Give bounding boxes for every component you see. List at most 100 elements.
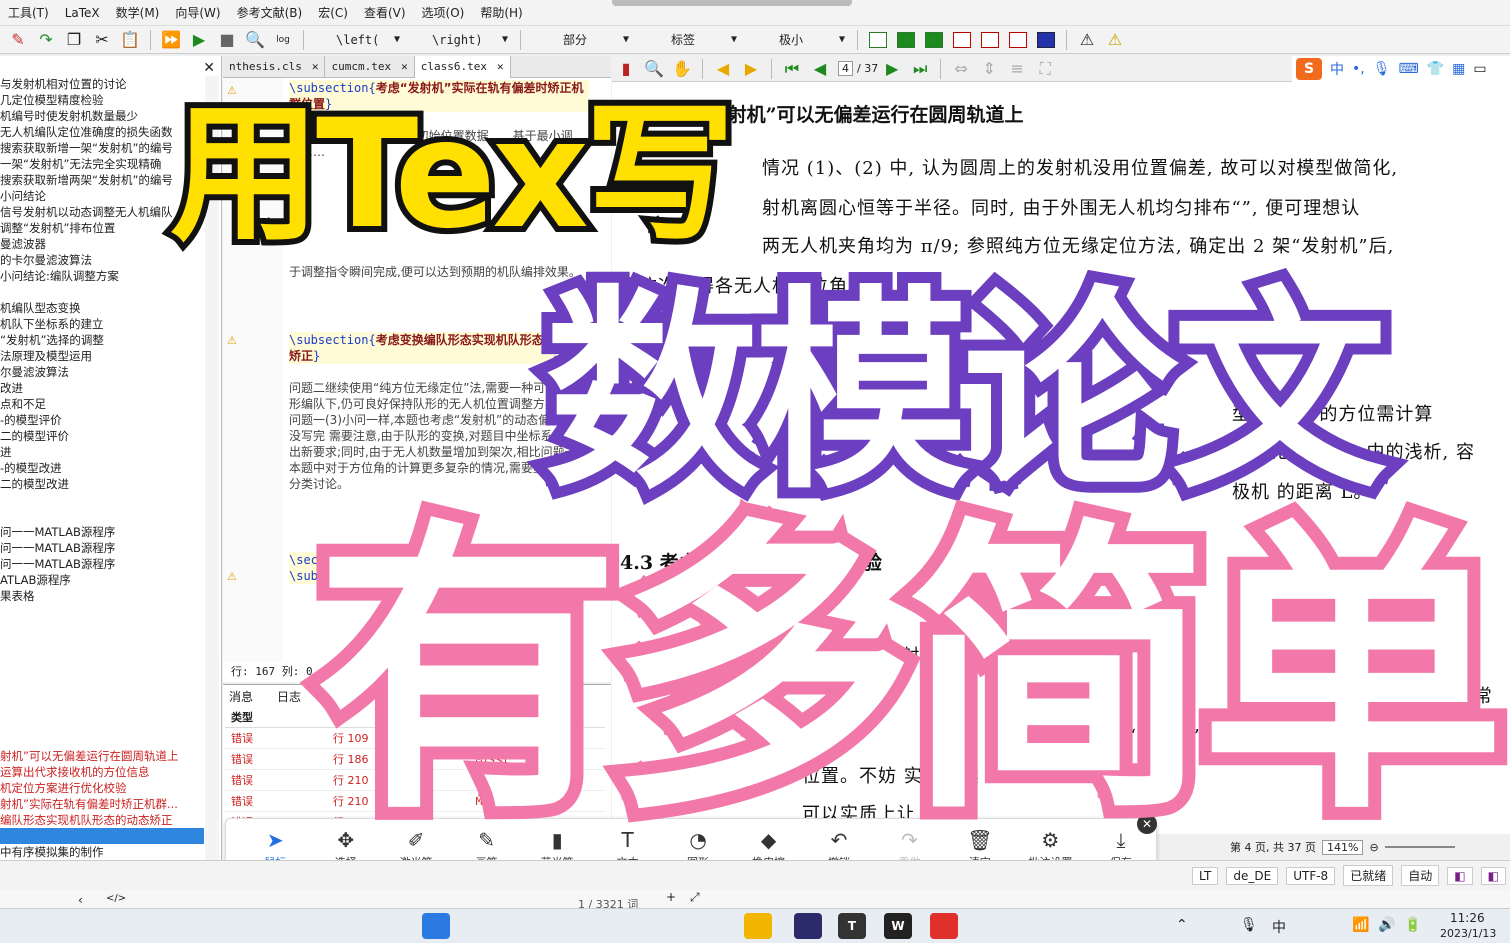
prev-page-icon[interactable]: ◀ bbox=[809, 59, 831, 79]
structure-item[interactable]: 点和不足 bbox=[0, 396, 204, 412]
code-block-subsection-2[interactable]: \subsection{考虑变换编队形态实现机队形态的动态矫正} bbox=[289, 332, 589, 364]
battery-icon[interactable]: 🔋 bbox=[1404, 917, 1421, 933]
menu-item[interactable]: 选项(O) bbox=[414, 4, 473, 21]
search-icon[interactable]: 🔍 bbox=[643, 59, 665, 79]
structure-item[interactable]: 进 bbox=[0, 444, 204, 460]
table-column-icon[interactable] bbox=[895, 30, 917, 50]
mic-icon[interactable]: 🎙 bbox=[1373, 61, 1391, 77]
hand-icon[interactable]: ✋ bbox=[671, 59, 693, 79]
menu-item[interactable]: LaTeX bbox=[57, 6, 108, 20]
menu-item[interactable]: 工具(T) bbox=[0, 4, 57, 21]
close-icon[interactable]: ✕ bbox=[312, 60, 319, 73]
fullscreen-icon[interactable]: ⛶ bbox=[1034, 59, 1056, 79]
structure-item[interactable]: 问一一MATLAB源程序 bbox=[0, 540, 204, 556]
part-dropdown[interactable]: 部分 ▼ bbox=[533, 30, 629, 50]
warning-next-icon[interactable]: ⚠ bbox=[1104, 30, 1126, 50]
close-icon[interactable]: ✕ bbox=[497, 60, 504, 73]
cut-icon[interactable]: ✂ bbox=[91, 30, 113, 50]
file-explorer-icon[interactable] bbox=[744, 913, 772, 939]
bookmark-icon[interactable]: ◧ bbox=[1447, 866, 1473, 885]
clock-date[interactable]: 2023/1/13 bbox=[1440, 927, 1496, 940]
redo-icon[interactable]: ↷ bbox=[35, 30, 57, 50]
apps-icon[interactable]: ▦ bbox=[1452, 61, 1465, 77]
structure-item[interactable]: 机编队型态变换 bbox=[0, 300, 204, 316]
right-delimiter-dropdown[interactable]: \right) ▼ bbox=[412, 30, 508, 50]
code-icon[interactable]: </> bbox=[106, 893, 126, 904]
menu-item[interactable]: 参考文献(B) bbox=[229, 4, 311, 21]
fit-page-icon[interactable]: ⇕ bbox=[978, 59, 1000, 79]
forward-icon[interactable]: ▶ bbox=[740, 59, 762, 79]
ime-punct[interactable]: •, bbox=[1352, 61, 1365, 77]
structure-item[interactable]: 尔曼滤波算法 bbox=[0, 364, 204, 380]
table-insert-icon[interactable] bbox=[923, 30, 945, 50]
typora-icon[interactable]: T bbox=[838, 913, 866, 939]
chevron-up-icon[interactable]: ⌃ bbox=[1176, 917, 1188, 933]
sogou-logo-icon[interactable]: S bbox=[1296, 58, 1322, 80]
bookmark-alt-icon[interactable]: ◧ bbox=[1480, 866, 1506, 885]
clock-time[interactable]: 11:26 bbox=[1450, 911, 1485, 925]
new-file-icon[interactable]: ✎ bbox=[7, 30, 29, 50]
structure-item[interactable]: 射机”实际在轨有偏差时矫正机群... bbox=[0, 796, 204, 812]
structure-item[interactable]: -的模型评价 bbox=[0, 412, 204, 428]
auto-mode[interactable]: 自动 bbox=[1401, 865, 1440, 886]
code-paragraph-tail[interactable]: 于调整指令瞬间完成,便可以达到预期的机队编排效果。 bbox=[289, 264, 589, 280]
stop-icon[interactable]: ■ bbox=[216, 30, 238, 50]
left-delimiter-dropdown[interactable]: \left(▼ bbox=[316, 30, 400, 50]
continuous-icon[interactable]: ≡ bbox=[1006, 59, 1028, 79]
tab-class6-tex[interactable]: class6.tex ✕ bbox=[414, 55, 511, 78]
structure-item[interactable]: 机定位方案进行优化校验 bbox=[0, 780, 204, 796]
chevron-left-icon[interactable]: ‹ bbox=[78, 893, 83, 907]
lt-indicator[interactable]: LT bbox=[1192, 866, 1219, 885]
table-col-delete-icon[interactable] bbox=[979, 30, 1001, 50]
structure-item[interactable]: “发射机”选择的调整 bbox=[0, 332, 204, 348]
menu-item[interactable]: 数学(M) bbox=[108, 4, 168, 21]
structure-item[interactable]: 小问结论:编队调整方案 bbox=[0, 268, 204, 284]
next-page-icon[interactable]: ▶ bbox=[881, 59, 903, 79]
build-run-icon[interactable]: ⏩ bbox=[160, 30, 182, 50]
table-align-icon[interactable] bbox=[1035, 30, 1057, 50]
menu-item[interactable]: 向导(W) bbox=[167, 4, 228, 21]
tab-cumcm-tex[interactable]: cumcm.tex ✕ bbox=[325, 55, 415, 78]
structure-item[interactable]: 法原理及模型运用 bbox=[0, 348, 204, 364]
warning-icon[interactable]: ⚠ bbox=[227, 334, 241, 347]
menu-item[interactable]: 帮助(H) bbox=[472, 4, 530, 21]
structure-item[interactable]: 改进 bbox=[0, 380, 204, 396]
run-icon[interactable]: ▶ bbox=[188, 30, 210, 50]
last-page-icon[interactable]: ⏭ bbox=[909, 59, 931, 79]
structure-item[interactable]: 编队形态实现机队形态的动态矫正 bbox=[0, 812, 204, 828]
volume-icon[interactable]: 🔊 bbox=[1378, 917, 1395, 933]
wifi-icon[interactable]: 📶 bbox=[1352, 917, 1369, 933]
skin-icon[interactable]: 👕 bbox=[1427, 61, 1444, 77]
menu-item[interactable]: 查看(V) bbox=[356, 4, 414, 21]
structure-item[interactable]: 机队下坐标系的建立 bbox=[0, 316, 204, 332]
window-icon[interactable]: ▭ bbox=[1473, 61, 1486, 77]
wps-icon[interactable]: W bbox=[884, 913, 912, 939]
structure-item[interactable]: 二的模型评价 bbox=[0, 428, 204, 444]
code-paragraph-2[interactable]: 问题二继续使用“纯方位无缘定位”法,需要一种可以在锥形编队下,仍可良好保持队形的… bbox=[289, 380, 589, 492]
expand-icon[interactable]: ⤢ bbox=[690, 890, 700, 905]
table-row-delete-icon[interactable] bbox=[951, 30, 973, 50]
warning-prev-icon[interactable]: ⚠ bbox=[1076, 30, 1098, 50]
structure-item[interactable]: 问一一MATLAB源程序 bbox=[0, 556, 204, 572]
close-icon[interactable]: ✕ bbox=[401, 60, 408, 73]
copy-icon[interactable]: ❐ bbox=[63, 30, 85, 50]
table-merge-icon[interactable] bbox=[1007, 30, 1029, 50]
structure-item[interactable]: -的模型改进 bbox=[0, 460, 204, 476]
structure-item[interactable]: 果表格 bbox=[0, 588, 204, 604]
structure-item[interactable] bbox=[0, 508, 204, 524]
tab-log[interactable]: 日志 bbox=[277, 688, 301, 705]
back-icon[interactable]: ◀ bbox=[712, 59, 734, 79]
label-dropdown[interactable]: 标签 ▼ bbox=[641, 30, 737, 50]
paste-icon[interactable]: 📋 bbox=[119, 30, 141, 50]
structure-item[interactable] bbox=[0, 828, 204, 844]
texstudio-icon[interactable] bbox=[794, 913, 822, 939]
start-icon[interactable] bbox=[422, 913, 450, 939]
keyboard-icon[interactable]: ⌨ bbox=[1399, 61, 1419, 77]
pdf-book-icon[interactable]: ▮ bbox=[615, 59, 637, 79]
log-icon[interactable]: log bbox=[272, 30, 294, 50]
size-dropdown[interactable]: 极小 ▼ bbox=[749, 30, 845, 50]
page-input[interactable]: 4 bbox=[838, 61, 853, 76]
structure-item[interactable]: 射机”可以无偏差运行在圆周轨道上 bbox=[0, 748, 204, 764]
structure-item[interactable]: 问一一MATLAB源程序 bbox=[0, 524, 204, 540]
warning-icon[interactable]: ⚠ bbox=[227, 570, 241, 583]
